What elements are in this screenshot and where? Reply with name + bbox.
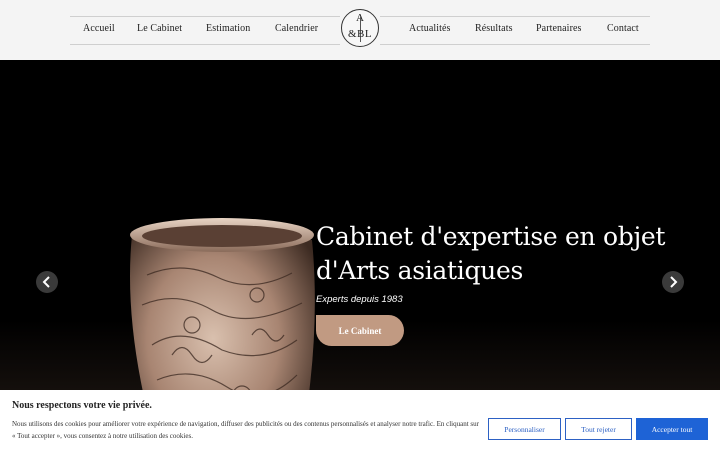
ceramic-vase-image (130, 218, 315, 390)
slider-next-button[interactable] (662, 271, 684, 293)
hero-title: Cabinet d'expertise en objet d'Arts asia… (316, 222, 666, 285)
chevron-right-icon (670, 276, 678, 288)
logo-line-2: &BL (347, 28, 373, 40)
cookie-banner: Nous respectons votre vie privée. Nous u… (0, 390, 720, 450)
accept-all-cookies-button[interactable]: Accepter tout (636, 418, 708, 440)
nav-resultats[interactable]: Résultats (475, 23, 513, 34)
nav-divider-bottom-left (70, 44, 340, 45)
site-logo[interactable]: A &BL (341, 9, 379, 47)
nav-partenaires[interactable]: Partenaires (536, 23, 582, 34)
reject-all-cookies-button[interactable]: Tout rejeter (565, 418, 632, 440)
nav-le-cabinet[interactable]: Le Cabinet (137, 23, 182, 34)
le-cabinet-button[interactable]: Le Cabinet (316, 315, 404, 346)
hero-subtitle: Experts depuis 1983 (316, 294, 403, 305)
site-header: Accueil Le Cabinet Estimation Calendrier… (0, 0, 720, 60)
nav-accueil[interactable]: Accueil (83, 23, 115, 34)
nav-divider-top-left (70, 16, 340, 17)
nav-contact[interactable]: Contact (607, 23, 639, 34)
cookie-title: Nous respectons votre vie privée. (12, 400, 152, 411)
nav-divider-bottom-right (380, 44, 650, 45)
hero-slider: Cabinet d'expertise en objet d'Arts asia… (0, 60, 720, 390)
nav-estimation[interactable]: Estimation (206, 23, 250, 34)
nav-actualites[interactable]: Actualités (409, 23, 451, 34)
customize-cookies-button[interactable]: Personnaliser (488, 418, 561, 440)
cookie-description: Nous utilisons des cookies pour améliore… (12, 420, 479, 440)
nav-calendrier[interactable]: Calendrier (275, 23, 318, 34)
chevron-left-icon (42, 276, 50, 288)
slider-prev-button[interactable] (36, 271, 58, 293)
nav-divider-top-right (380, 16, 650, 17)
